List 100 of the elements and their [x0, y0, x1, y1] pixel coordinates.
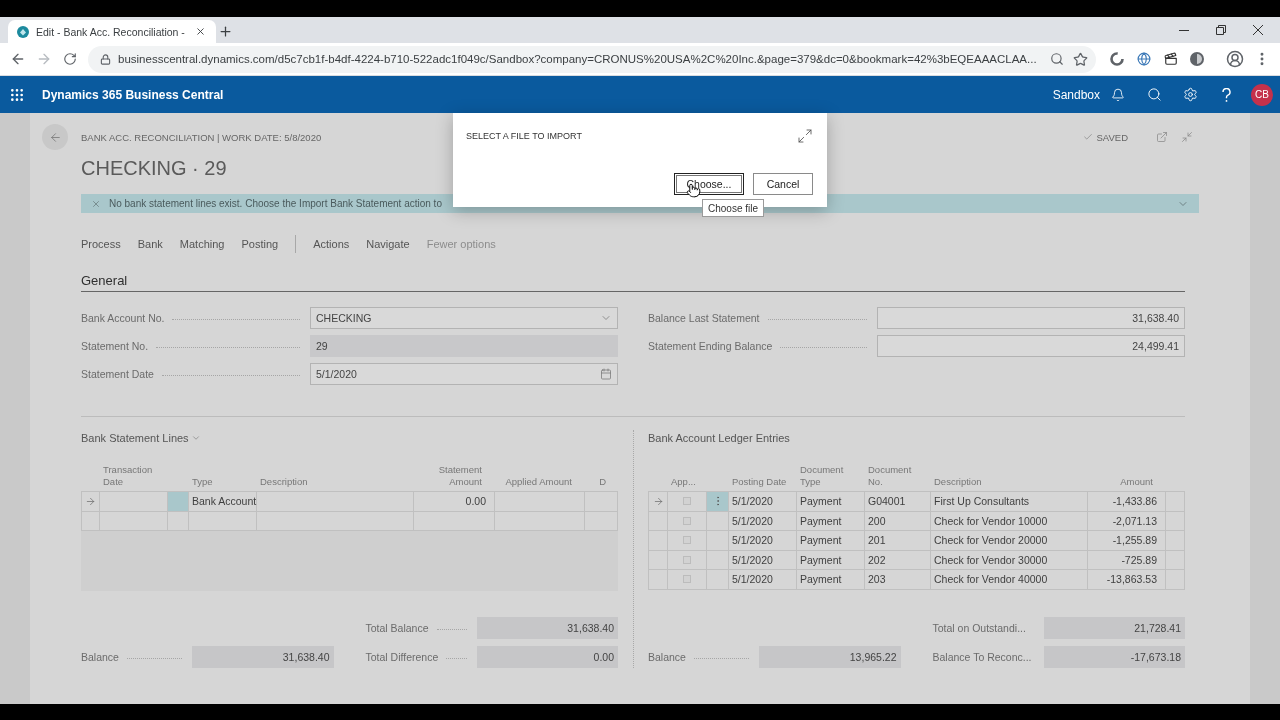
tooltip: Choose file	[702, 199, 765, 217]
total-value: 31,638.40	[192, 646, 334, 668]
section-heading[interactable]: General	[81, 271, 1185, 292]
total-value: -17,673.18	[1043, 645, 1185, 668]
table-cell: 5/1/2020	[729, 570, 797, 590]
field-label: Balance Last Statement	[648, 312, 760, 324]
settings-icon[interactable]	[1182, 87, 1198, 102]
amount-field[interactable]: 24,499.41	[877, 335, 1185, 357]
table-cell: Check for Vendor 30000	[931, 550, 1088, 570]
calendar-icon[interactable]	[600, 368, 612, 380]
table-cell: Payment	[797, 550, 865, 570]
column-header[interactable]: App...	[671, 475, 696, 487]
dialog-button[interactable]: Cancel	[753, 173, 813, 195]
forward-icon[interactable]	[36, 51, 52, 67]
dialog-title: SELECT A FILE TO IMPORT	[466, 131, 582, 141]
close-icon[interactable]	[195, 26, 206, 37]
browser-tab[interactable]: Edit - Bank Acc. Reconciliation -	[8, 20, 216, 43]
column-header[interactable]: Amount	[1120, 475, 1153, 487]
search-icon[interactable]	[1050, 52, 1064, 66]
collapse-arrows-icon[interactable]	[1181, 131, 1193, 143]
table-cell: First Up Consultants	[931, 492, 1088, 512]
checkbox[interactable]	[683, 575, 691, 584]
table-cell: -1,255.89	[1088, 531, 1166, 551]
close-icon[interactable]	[1252, 25, 1263, 35]
table-cell[interactable]	[707, 511, 729, 531]
back-icon[interactable]	[10, 51, 26, 67]
column-header[interactable]: Transaction Date	[103, 464, 161, 487]
action-menu-button[interactable]: Navigate	[366, 238, 410, 250]
checkbox[interactable]	[683, 497, 691, 506]
column-header[interactable]: Document No.	[868, 464, 918, 487]
action-menu-button[interactable]: Process	[81, 238, 121, 250]
column-header[interactable]: Applied Amount	[505, 475, 572, 487]
star-icon[interactable]	[1073, 51, 1088, 67]
action-menu-button[interactable]: Actions	[313, 238, 350, 250]
column-header[interactable]: Statement Amount	[430, 464, 482, 487]
checkbox[interactable]	[683, 555, 691, 564]
total-value: 13,965.22	[759, 645, 901, 668]
reload-icon[interactable]	[63, 52, 77, 66]
column-header[interactable]: Description	[934, 475, 982, 487]
field-label: Bank Account No.	[81, 312, 165, 324]
ring-icon[interactable]	[1110, 52, 1124, 66]
action-menu-button[interactable]: Bank	[137, 238, 163, 250]
part-title[interactable]: Bank Statement Lines	[81, 432, 189, 444]
row-marker-cell[interactable]	[82, 492, 100, 512]
app-launcher-icon[interactable]	[9, 86, 25, 103]
column-header[interactable]: D	[599, 475, 606, 487]
plus-icon[interactable]	[218, 24, 233, 39]
row-marker-cell[interactable]	[649, 492, 668, 512]
minimize-icon[interactable]	[1178, 29, 1189, 31]
help-icon[interactable]	[1221, 87, 1231, 102]
table-cell: 5/1/2020	[729, 531, 797, 551]
half-circle-icon[interactable]	[1190, 52, 1204, 66]
table-cell: G04001	[865, 492, 931, 512]
amount-field[interactable]: 31,638.40	[877, 307, 1185, 329]
arrow-right-icon	[85, 495, 96, 507]
total-label: Balance	[648, 650, 686, 663]
check-icon	[1083, 132, 1094, 142]
column-header[interactable]: Posting Date	[732, 475, 787, 487]
action-menu-button[interactable]: Posting	[241, 238, 279, 250]
circle-logo-icon	[17, 25, 29, 38]
date-field[interactable]: 5/1/2020	[310, 363, 618, 385]
table-cell: -1,433.86	[1088, 492, 1166, 512]
breadcrumb: BANK ACC. RECONCILIATION | WORK DATE: 5/8/2020	[81, 131, 322, 143]
app-title[interactable]: Dynamics 365 Business Central	[42, 87, 224, 102]
column-header[interactable]: Description	[260, 475, 308, 487]
bell-icon[interactable]	[1111, 87, 1125, 102]
column-header[interactable]: Document Type	[800, 464, 850, 487]
table-cell: 200	[865, 511, 931, 531]
total-value: 31,638.40	[476, 617, 618, 639]
account-avatar[interactable]: CB	[1251, 83, 1273, 106]
save-status: SAVED	[1096, 131, 1128, 143]
search-icon[interactable]	[1146, 87, 1162, 102]
total-label: Balance	[81, 651, 119, 663]
globe-icon[interactable]	[1137, 52, 1151, 66]
field-label: Statement Ending Balance	[648, 340, 773, 352]
restore-icon[interactable]	[1215, 25, 1226, 35]
environment-name: Sandbox	[1052, 87, 1100, 102]
total-label: Total on Outstandi...	[932, 621, 1026, 634]
action-menu-button[interactable]: Matching	[179, 238, 225, 250]
table-cell: Payment	[797, 570, 865, 590]
column-header[interactable]: Type	[192, 475, 213, 487]
dialog-button[interactable]: Choose...	[674, 173, 744, 195]
profile-icon[interactable]	[1226, 50, 1244, 68]
part-title[interactable]: Bank Account Ledger Entries	[648, 432, 790, 444]
table-cell: Check for Vendor 20000	[931, 531, 1088, 551]
open-window-icon[interactable]	[1156, 131, 1168, 143]
table-cell: Check for Vendor 40000	[931, 570, 1088, 590]
clapperboard-icon[interactable]	[1164, 52, 1178, 66]
table-cell[interactable]	[707, 492, 729, 512]
back-button[interactable]	[42, 124, 68, 150]
chevron-down-icon[interactable]	[190, 433, 201, 443]
checkbox[interactable]	[683, 536, 691, 545]
table-cell: -13,863.53	[1088, 570, 1166, 590]
checkbox[interactable]	[683, 516, 691, 525]
table-cell: Payment	[797, 492, 865, 512]
dropdown-field[interactable]: CHECKING	[310, 307, 618, 329]
lock-icon[interactable]	[100, 53, 111, 65]
address-field[interactable]: businesscentral.dynamics.com/d5c7cb1f-b4df-4224-b710-522adc1f049c/Sandbox?company=CRONUS%20USA%2C%20Inc.&page=379&dc=0&bookmark=42%3bEQEAAACLAA...	[88, 45, 1096, 73]
table-cell: 202	[865, 550, 931, 570]
expand-arrows-icon[interactable]	[797, 128, 813, 144]
